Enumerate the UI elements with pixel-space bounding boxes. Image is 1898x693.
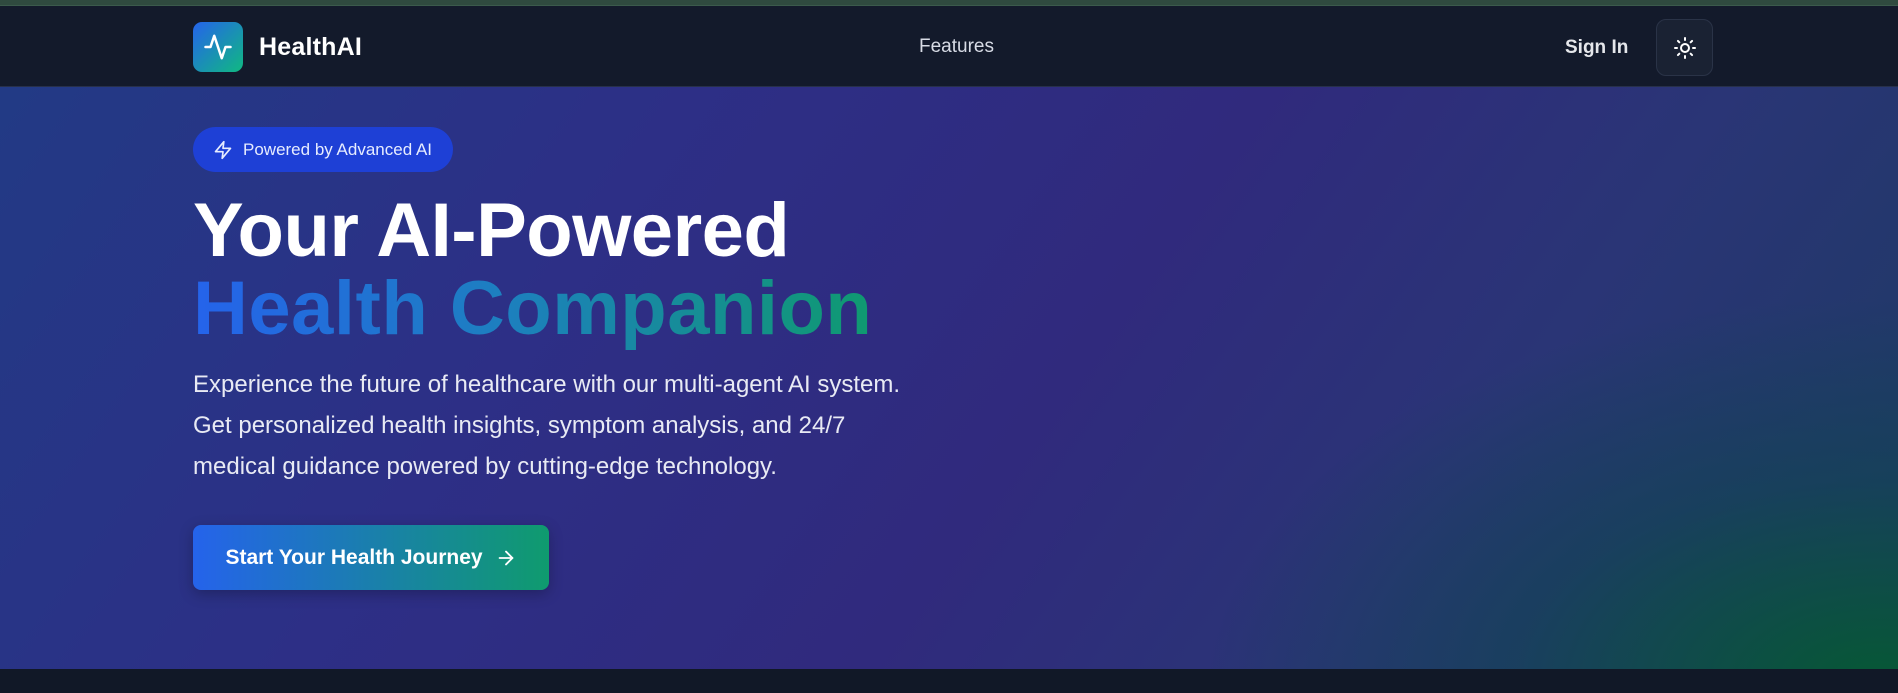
arrow-right-icon [498, 550, 513, 565]
nav-link-features[interactable]: Features [919, 36, 994, 58]
badge-label: Powered by Advanced AI [243, 139, 433, 159]
hero-headline: Your AI-Powered [193, 188, 790, 273]
start-journey-button[interactable]: Start Your Health Journey [193, 525, 549, 590]
activity-pulse-icon [193, 22, 243, 72]
lightning-icon [214, 140, 232, 159]
page-bottom-band [0, 669, 1898, 693]
brand-name: HealthAI [259, 32, 363, 61]
sign-in-button[interactable]: Sign In [1565, 37, 1628, 59]
sun-icon [1673, 36, 1696, 59]
hero-description: Experience the future of healthcare with… [193, 371, 901, 480]
hero-headline-highlight: Health Companion [193, 266, 873, 351]
theme-toggle-button[interactable] [1656, 19, 1713, 76]
cta-label: Start Your Health Journey [225, 545, 483, 569]
ai-badge: Powered by Advanced AI [193, 127, 454, 172]
hero-section: Powered by Advanced AI Your AI-Powered H… [0, 87, 1898, 669]
brand-link[interactable]: HealthAI [193, 22, 362, 72]
navbar: HealthAI Features Sign In [0, 6, 1898, 87]
